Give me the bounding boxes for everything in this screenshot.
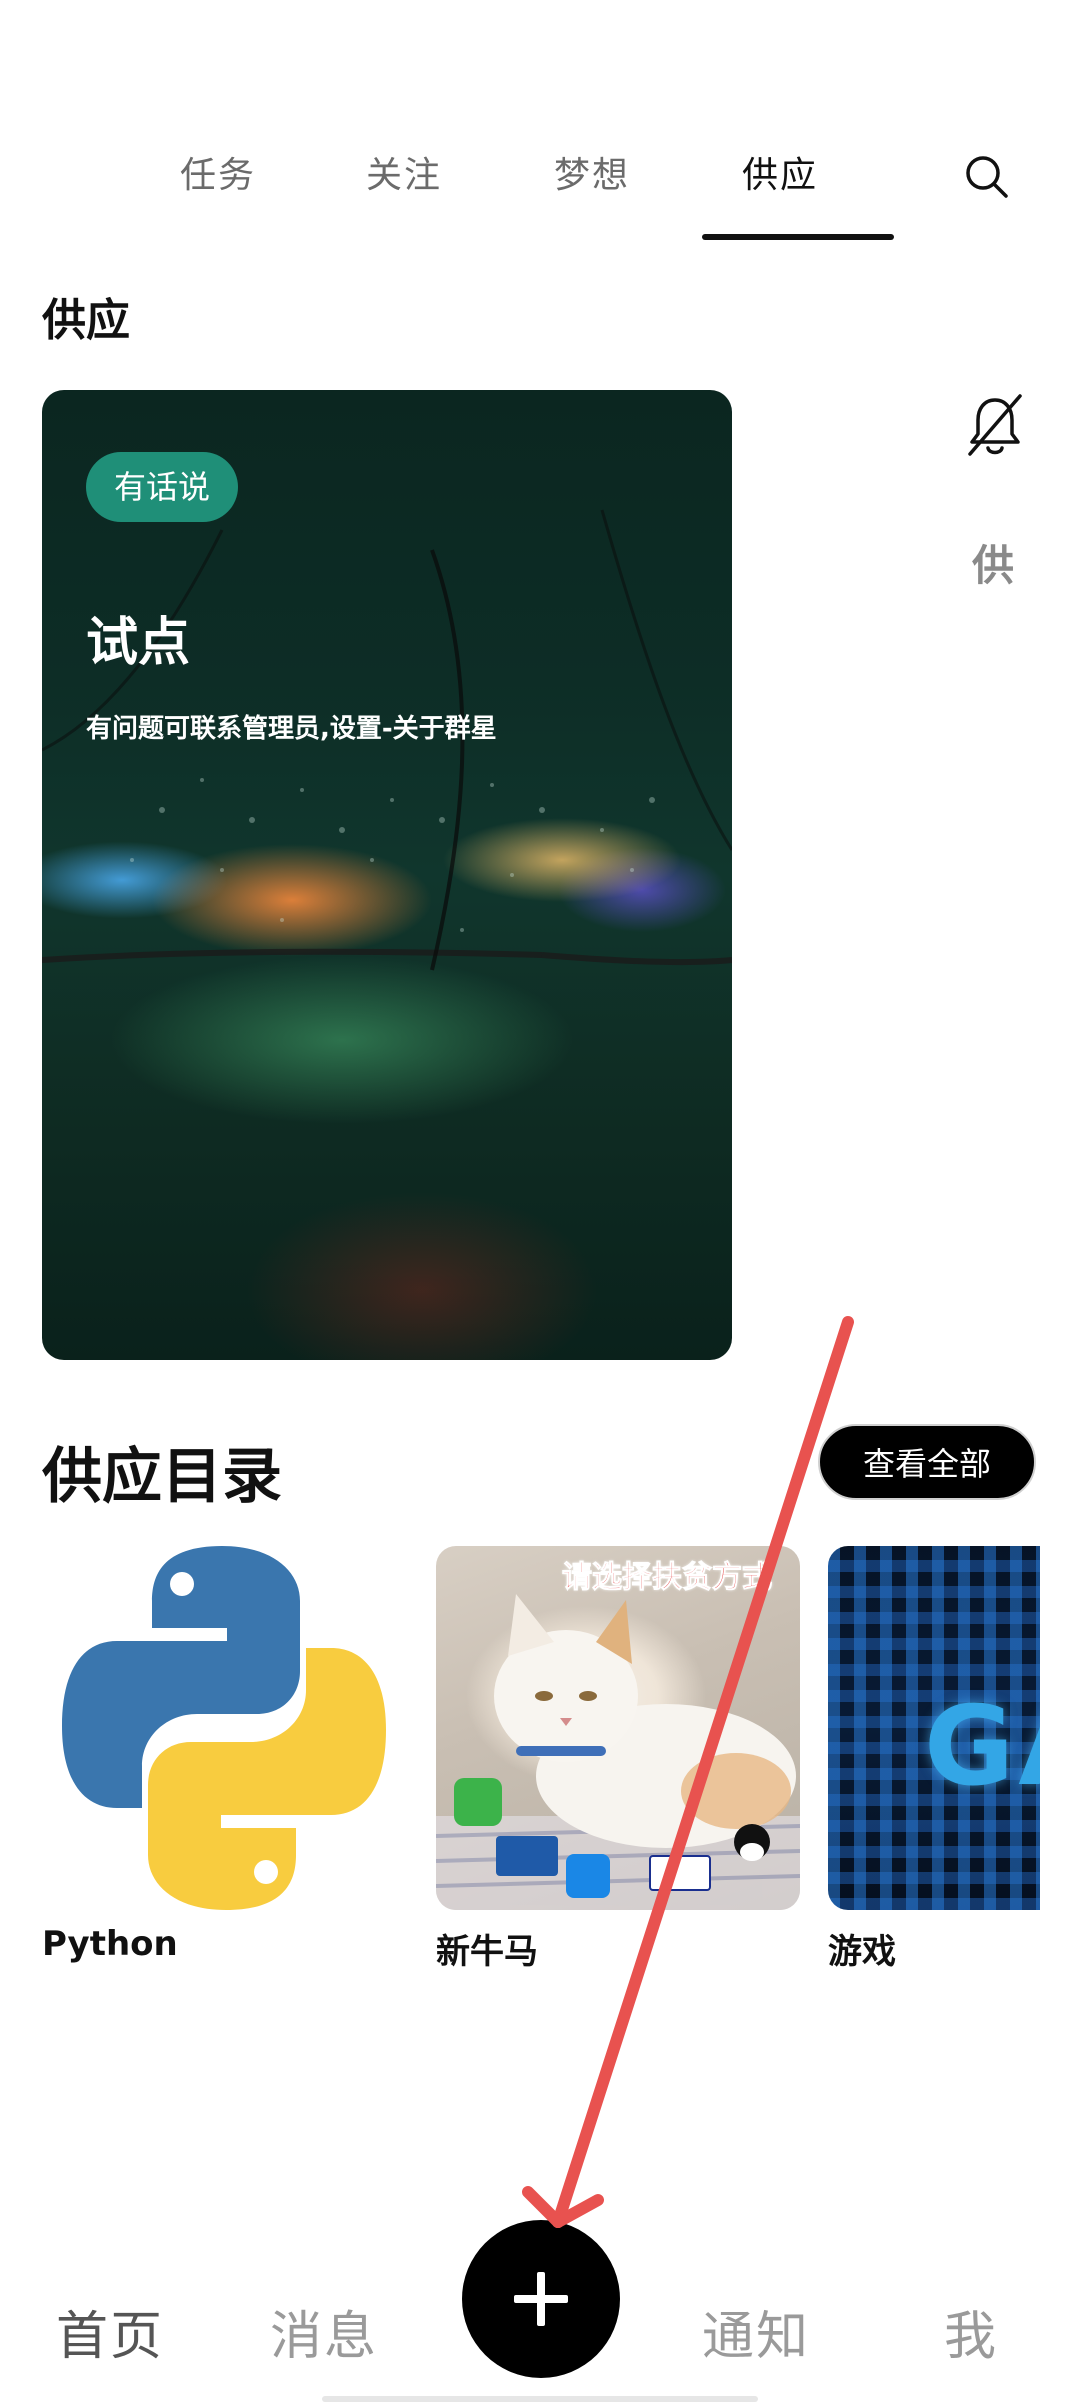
nav-me[interactable]: 我 (944, 2294, 998, 2369)
view-all-button[interactable]: 查看全部 (818, 1424, 1036, 1500)
next-card-peek-text[interactable]: 供 (972, 532, 1014, 593)
app-screen: 任务 关注 梦想 供应 供应 有话说 试点 有问题可联系管理员,设置-关于群星 … (0, 0, 1080, 2408)
hero-card[interactable]: 有话说 试点 有问题可联系管理员,设置-关于群星 (42, 390, 732, 1360)
section-title: 供应 (42, 295, 130, 346)
nav-notifications[interactable]: 通知 (702, 2294, 810, 2369)
game-cover: GAM (828, 1546, 1040, 1910)
hero-subtitle: 有问题可联系管理员,设置-关于群星 (86, 714, 497, 744)
active-tab-indicator (702, 234, 894, 240)
bell-off-icon[interactable] (964, 392, 1026, 462)
hero-background-image (42, 509, 732, 971)
catalog-item-python[interactable]: Python (42, 1546, 406, 1964)
catalog-title: 供应目录 (42, 1442, 282, 1512)
tab-supply[interactable]: 供应 (742, 146, 818, 198)
add-button[interactable] (462, 2220, 620, 2378)
home-indicator[interactable] (322, 2396, 758, 2402)
catalog-item-label: Python (42, 1924, 178, 1964)
top-tab-bar: 任务 关注 梦想 供应 (0, 130, 1080, 240)
search-icon[interactable] (960, 150, 1014, 204)
tab-follow[interactable]: 关注 (366, 146, 442, 198)
hero-title: 试点 (86, 613, 191, 673)
nav-home[interactable]: 首页 (56, 2294, 164, 2369)
catalog-item-label: 新牛马 (436, 1932, 538, 1972)
hero-badge: 有话说 (86, 452, 239, 522)
cat-photo: 请选择扶贫方式 (436, 1546, 800, 1910)
cat-photo-banner-text: 请选择扶贫方式 (562, 1560, 773, 1596)
python-logo (42, 1546, 406, 1910)
nav-messages[interactable]: 消息 (270, 2294, 378, 2369)
tab-task[interactable]: 任务 (180, 146, 256, 198)
tab-dream[interactable]: 梦想 (554, 146, 630, 198)
catalog-item-new-niuma[interactable]: 请选择扶贫方式 新牛马 (436, 1546, 800, 1973)
catalog-item-label: 游戏 (828, 1932, 896, 1972)
catalog-item-games[interactable]: GAM 游戏 (828, 1546, 1040, 1973)
game-cover-text: GAM (924, 1682, 1040, 1810)
